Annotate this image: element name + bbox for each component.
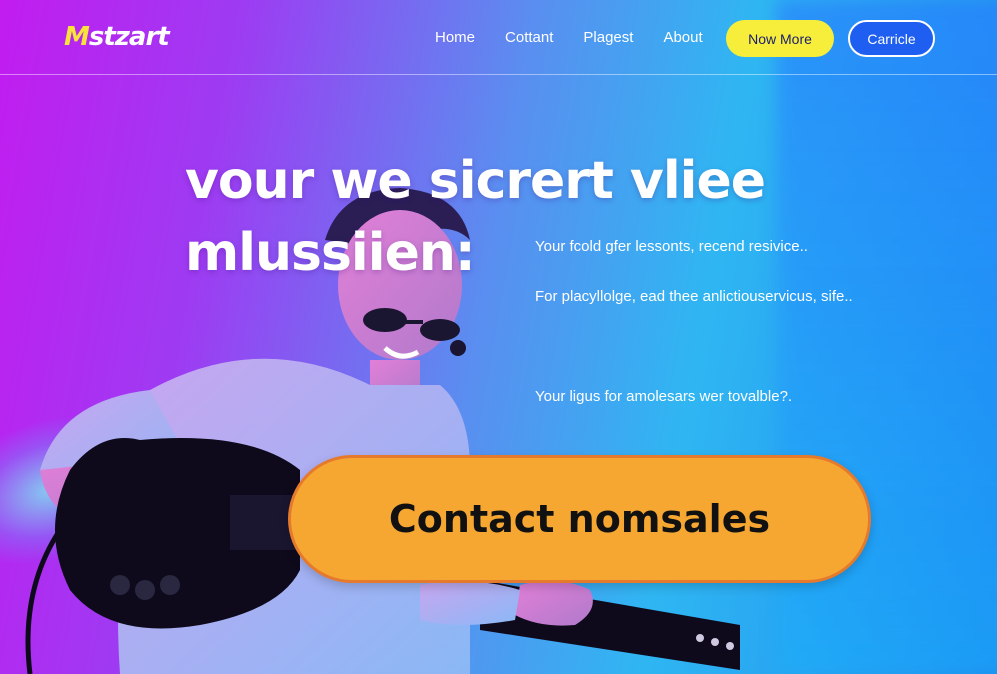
hero-title: vour we sicrert vliee mlussiien:	[185, 145, 845, 289]
hero-title-line2: mlussiien:	[185, 223, 476, 283]
nav-link-home[interactable]: Home	[435, 29, 475, 46]
nav-link-about[interactable]: About	[663, 29, 702, 46]
hero-description-2: For placyllolge, ead thee anlictiouservi…	[535, 288, 853, 305]
now-more-button[interactable]: Now More	[726, 20, 834, 57]
brand-logo[interactable]: Mstzart	[64, 22, 170, 52]
hero-title-line1: vour we sicrert vliee	[185, 151, 766, 211]
main-nav: Home Cottant Plagest About	[435, 29, 733, 46]
hero-description-1: Your fcold gfer lessonts, recend resivic…	[535, 238, 808, 255]
contact-cta-button[interactable]: Contact nomsales	[288, 455, 871, 583]
nav-link-cottant[interactable]: Cottant	[505, 29, 553, 46]
logo-initial: M	[64, 22, 90, 52]
logo-text: stzart	[88, 22, 170, 52]
carricle-button[interactable]: Carricle	[848, 20, 935, 57]
hero-description-3: Your ligus for amolesars wer tovalble?.	[535, 388, 793, 405]
nav-link-plagest[interactable]: Plagest	[583, 29, 633, 46]
top-nav-bar: Mstzart Home Cottant Plagest About Now M…	[0, 0, 997, 75]
